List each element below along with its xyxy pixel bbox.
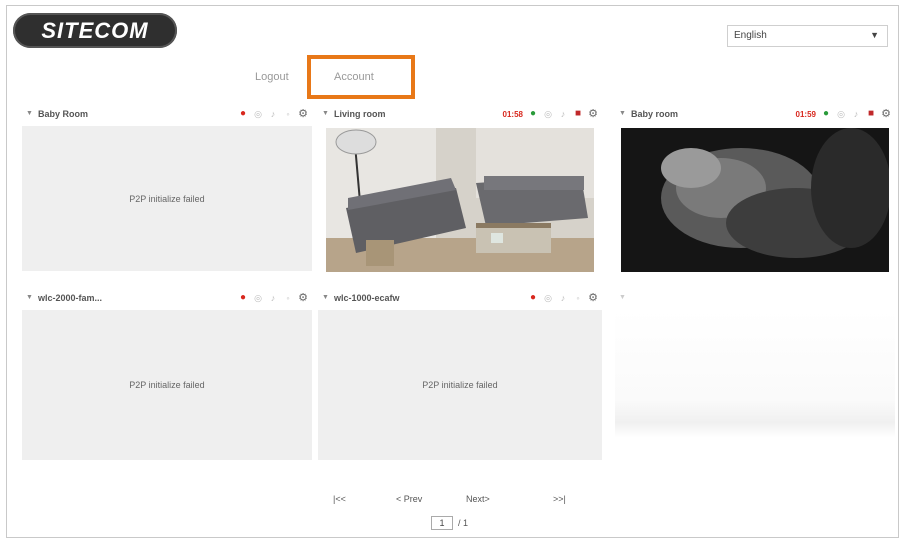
mic-icon[interactable]: ◦: [573, 292, 583, 304]
baby-room-video-frame: [621, 128, 889, 272]
speaker-icon[interactable]: ♪: [851, 108, 861, 120]
camera-icon[interactable]: ◎: [836, 108, 846, 120]
collapse-arrow-icon[interactable]: ▼: [619, 294, 626, 301]
camera-tile-wlc-1000[interactable]: ▼ wlc-1000-ecafw ● ◎ ♪ ◦ ⚙ P2P initializ…: [318, 290, 602, 460]
camera-status: P2P initialize failed: [422, 380, 498, 390]
gear-icon[interactable]: ⚙: [298, 292, 308, 304]
collapse-arrow-icon[interactable]: ▼: [26, 110, 33, 117]
collapse-arrow-icon[interactable]: ▼: [322, 110, 329, 117]
camera-name: wlc-1000-ecafw: [334, 293, 400, 303]
logo-text: SITECOM: [41, 17, 149, 43]
live-icon[interactable]: ●: [821, 108, 831, 120]
camera-tile-baby-room-2[interactable]: ▼ Baby room 01:59 ● ◎ ♪ ■ ⚙: [615, 106, 895, 276]
mic-icon[interactable]: ◦: [283, 108, 293, 120]
camera-view-empty: [615, 310, 895, 460]
live-icon[interactable]: ●: [528, 108, 538, 120]
camera-tile-living-room[interactable]: ▼ Living room 01:58 ● ◎ ♪ ■ ⚙: [318, 106, 602, 276]
camera-tile-header: ▼ Baby room 01:59 ● ◎ ♪ ■ ⚙: [615, 106, 895, 124]
page-number-value: 1: [439, 518, 445, 528]
camera-view[interactable]: [621, 128, 889, 272]
camera-name: Living room: [334, 109, 386, 119]
gear-icon[interactable]: ⚙: [881, 108, 891, 120]
camera-tile-header: ▼ wlc-1000-ecafw ● ◎ ♪ ◦ ⚙: [318, 290, 602, 308]
next-page-button[interactable]: Next>: [466, 494, 490, 504]
camera-view[interactable]: P2P initialize failed: [22, 126, 312, 271]
speaker-icon[interactable]: ♪: [268, 292, 278, 304]
first-page-button[interactable]: |<<: [333, 494, 346, 504]
record-icon[interactable]: ■: [573, 108, 583, 120]
collapse-arrow-icon[interactable]: ▼: [26, 294, 33, 301]
record-icon[interactable]: ●: [238, 292, 248, 304]
camera-view[interactable]: P2P initialize failed: [22, 310, 312, 460]
camera-view[interactable]: [326, 128, 594, 272]
living-room-video-frame: [326, 128, 594, 272]
camera-tile-empty[interactable]: ▼: [615, 290, 895, 460]
page-number-input[interactable]: 1: [431, 516, 453, 530]
camera-view[interactable]: P2P initialize failed: [318, 310, 602, 460]
record-icon[interactable]: ●: [238, 108, 248, 120]
camera-icon[interactable]: ◎: [543, 292, 553, 304]
camera-tile-header: ▼ Living room 01:58 ● ◎ ♪ ■ ⚙: [318, 106, 602, 124]
camera-tile-header: ▼: [615, 290, 895, 308]
speaker-icon[interactable]: ♪: [268, 108, 278, 120]
record-icon[interactable]: ●: [528, 292, 538, 304]
camera-tile-header: ▼ wlc-2000-fam... ● ◎ ♪ ◦ ⚙: [22, 290, 312, 308]
chevron-down-icon: ▼: [870, 30, 879, 40]
camera-time: 01:58: [502, 109, 523, 119]
camera-tile-wlc-2000[interactable]: ▼ wlc-2000-fam... ● ◎ ♪ ◦ ⚙ P2P initiali…: [22, 290, 312, 460]
language-select[interactable]: English ▼: [727, 25, 888, 47]
camera-tile-header: ▼ Baby Room ● ◎ ♪ ◦ ⚙: [22, 106, 312, 124]
language-selected: English: [734, 30, 767, 41]
last-page-button[interactable]: >>|: [553, 494, 566, 504]
sitecom-logo: SITECOM: [13, 13, 177, 48]
speaker-icon[interactable]: ♪: [558, 108, 568, 120]
camera-tile-baby-room[interactable]: ▼ Baby Room ● ◎ ♪ ◦ ⚙ P2P initialize fai…: [22, 106, 312, 276]
speaker-icon[interactable]: ♪: [558, 292, 568, 304]
camera-name: wlc-2000-fam...: [38, 293, 103, 303]
camera-icon[interactable]: ◎: [253, 108, 263, 120]
account-highlight-box: [307, 55, 415, 99]
prev-page-button[interactable]: < Prev: [396, 494, 422, 504]
camera-time: 01:59: [795, 109, 816, 119]
gear-icon[interactable]: ⚙: [588, 108, 598, 120]
mic-icon[interactable]: ◦: [283, 292, 293, 304]
camera-icon[interactable]: ◎: [253, 292, 263, 304]
logout-link[interactable]: Logout: [255, 71, 289, 83]
collapse-arrow-icon[interactable]: ▼: [322, 294, 329, 301]
gear-icon[interactable]: ⚙: [298, 108, 308, 120]
camera-status: P2P initialize failed: [129, 193, 205, 204]
camera-name: Baby room: [631, 109, 679, 119]
camera-name: Baby Room: [38, 109, 89, 119]
record-icon[interactable]: ■: [866, 108, 876, 120]
total-pages: / 1: [458, 518, 469, 528]
camera-icon[interactable]: ◎: [543, 108, 553, 120]
gear-icon[interactable]: ⚙: [588, 292, 598, 304]
camera-status: P2P initialize failed: [129, 380, 205, 390]
collapse-arrow-icon[interactable]: ▼: [619, 110, 626, 117]
